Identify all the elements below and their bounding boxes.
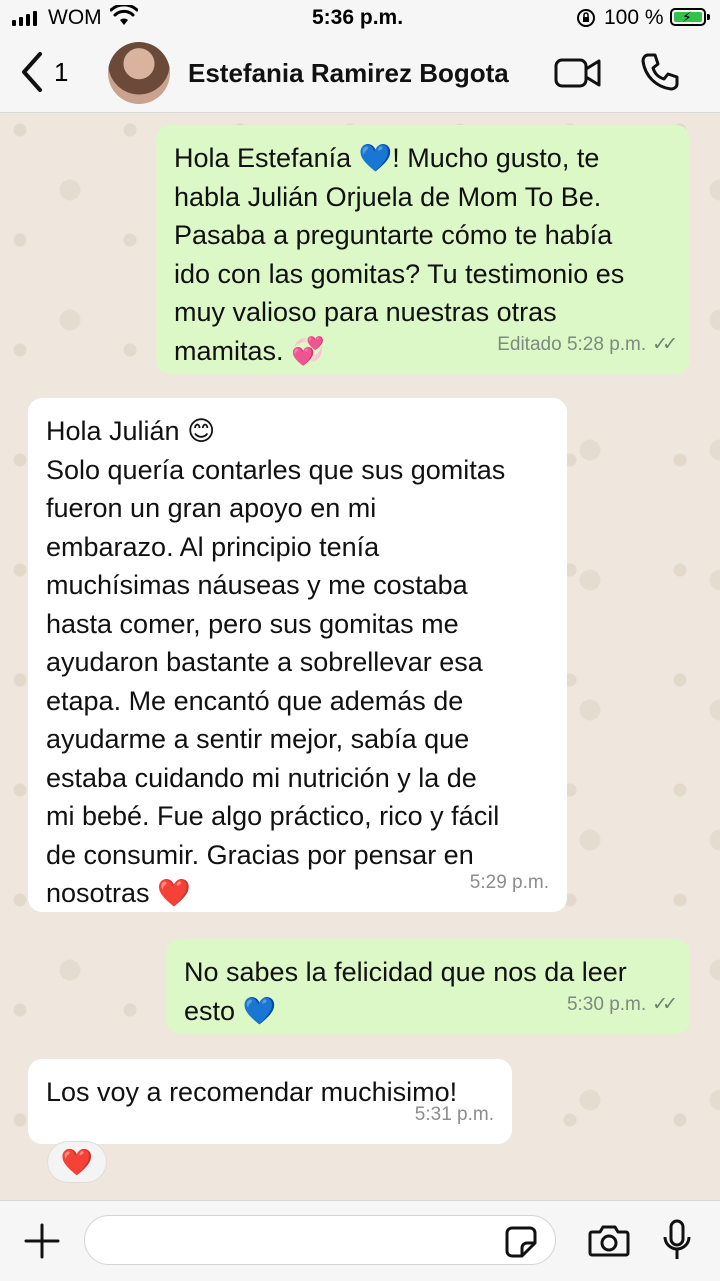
rotation-lock-icon — [577, 9, 595, 27]
message-bubble-incoming[interactable]: Hola Julián 😊 Solo quería contarles que … — [28, 398, 567, 912]
chat-header: 1 Estefania Ramirez Bogota — [0, 36, 720, 113]
avatar[interactable] — [108, 42, 170, 104]
message-meta: 5:29 p.m. — [470, 864, 549, 903]
carrier-label: WOM — [48, 6, 102, 29]
signal-icon — [12, 11, 37, 26]
wifi-icon — [110, 5, 138, 25]
message-input[interactable] — [84, 1215, 556, 1265]
contact-name[interactable]: Estefania Ramirez Bogota — [188, 58, 509, 89]
battery-icon: ⚡ — [670, 8, 710, 26]
video-call-icon[interactable] — [554, 56, 602, 90]
clock: 5:36 p.m. — [312, 6, 404, 29]
phone-icon[interactable] — [640, 52, 680, 92]
message-meta: 5:30 p.m. ✓✓ — [566, 986, 678, 1025]
read-ticks-icon: ✓✓ — [652, 993, 678, 1015]
message-meta: 5:31 p.m. — [415, 1096, 494, 1135]
back-button[interactable]: 1 — [18, 50, 68, 94]
message-timestamp: 5:30 p.m. — [566, 993, 647, 1015]
camera-icon[interactable] — [588, 1223, 630, 1257]
status-bar: WOM 5:36 p.m. 100 % ⚡ — [0, 0, 720, 36]
message-text: Hola Julián 😊 Solo quería contarles que … — [46, 416, 506, 908]
read-ticks-icon: ✓✓ — [652, 333, 678, 355]
sticker-icon[interactable] — [504, 1225, 538, 1259]
composer-bar — [0, 1200, 720, 1281]
battery-percentage: 100 % — [604, 6, 664, 29]
message-bubble-outgoing[interactable]: Hola Estefanía 💙! Mucho gusto, te habla … — [156, 125, 690, 374]
message-bubble-outgoing[interactable]: No sabes la felicidad que nos da leer es… — [166, 939, 690, 1034]
message-timestamp: 5:31 p.m. — [414, 1103, 494, 1125]
back-chevron-icon — [22, 52, 42, 92]
message-reaction[interactable]: ❤️ — [48, 1142, 106, 1182]
plus-icon[interactable] — [22, 1221, 62, 1261]
message-meta: Editado 5:28 p.m. ✓✓ — [497, 326, 678, 365]
message-bubble-incoming[interactable]: Los voy a recomendar muchisimo! 5:31 p.m… — [28, 1059, 512, 1144]
message-timestamp: Editado 5:28 p.m. — [497, 333, 647, 355]
message-timestamp: 5:29 p.m. — [469, 871, 549, 893]
unread-count: 1 — [54, 56, 69, 87]
microphone-icon[interactable] — [662, 1219, 692, 1261]
